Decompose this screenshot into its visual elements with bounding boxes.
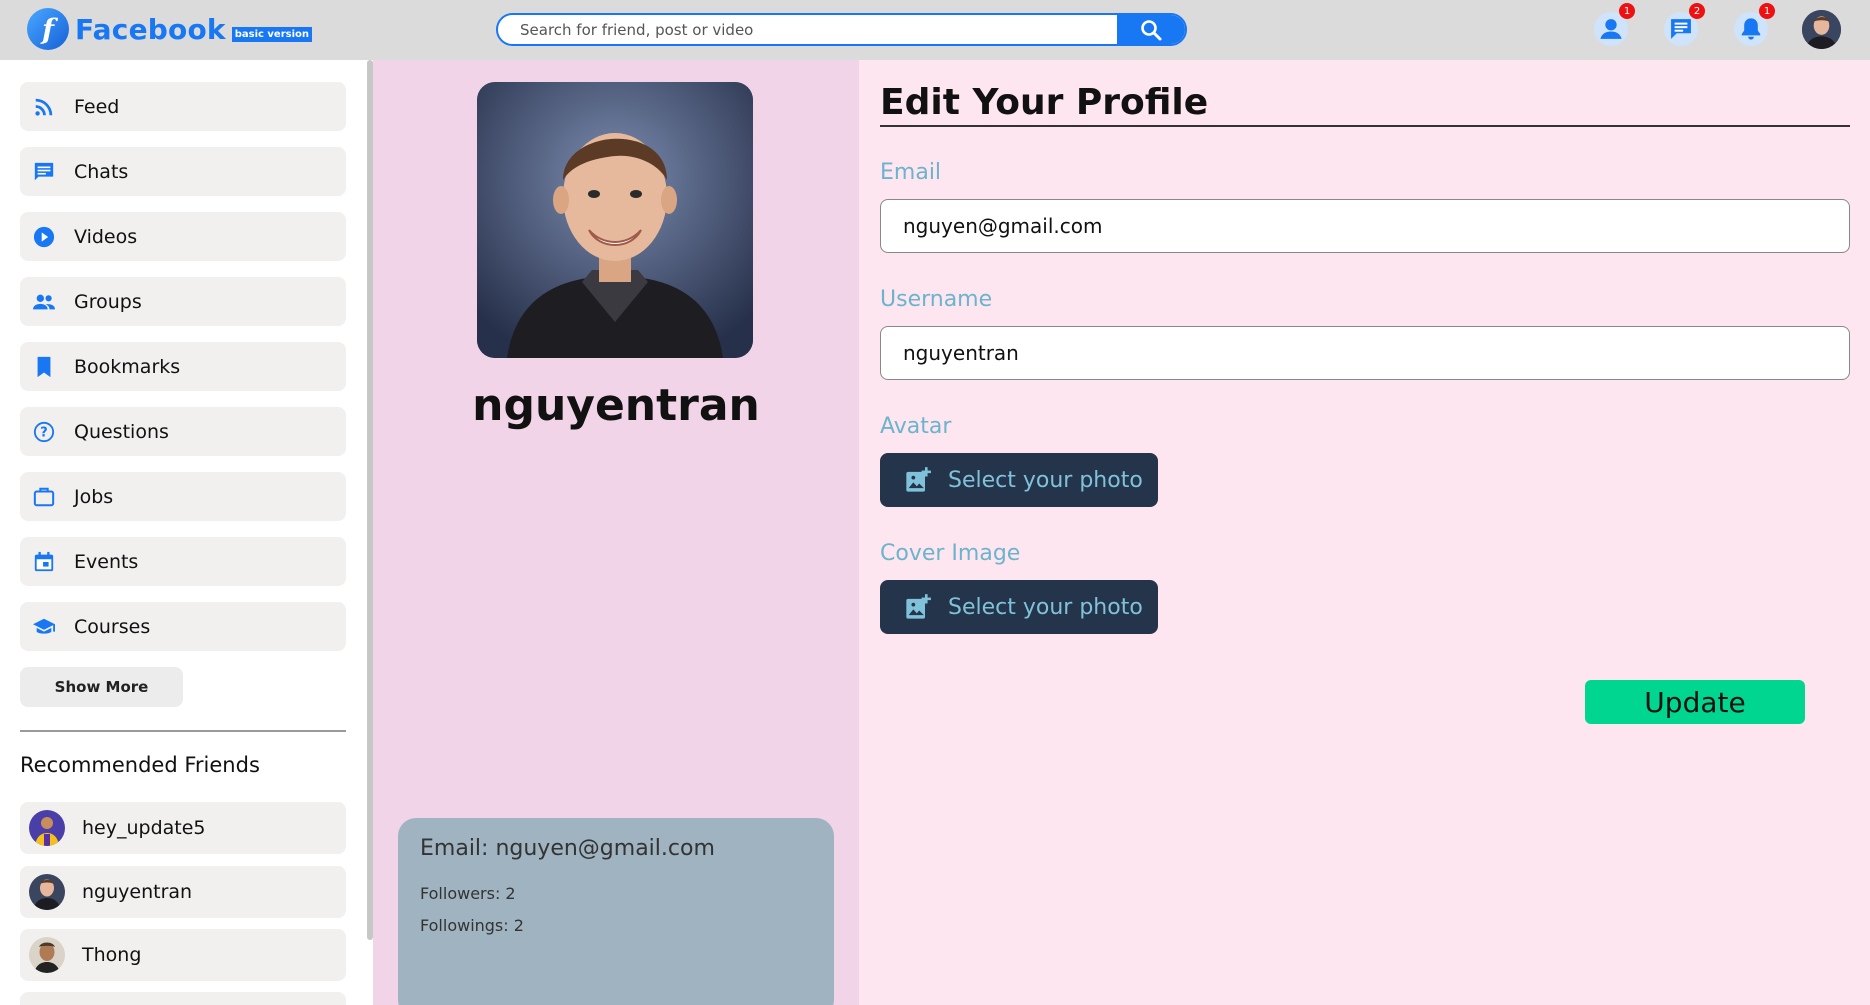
cover-image-label: Cover Image (880, 541, 1021, 566)
friend-requests-button[interactable]: 1 (1591, 3, 1635, 49)
sidebar-item-label: Feed (74, 95, 120, 118)
friend-name: Thong (82, 944, 142, 966)
select-cover-button[interactable]: Select your photo (880, 580, 1158, 634)
friend-item-nguyentran[interactable]: nguyentran (20, 866, 346, 918)
sidebar-item-label: Groups (74, 290, 142, 313)
profile-photo (477, 82, 753, 358)
school-icon (31, 614, 57, 640)
sidebar-item-chats[interactable]: Chats (20, 147, 346, 196)
username-label: Username (880, 287, 993, 312)
notifications-button[interactable]: 1 (1731, 3, 1775, 49)
top-bar: f Facebook basic version 1 2 (0, 0, 1870, 60)
sidebar-item-courses[interactable]: Courses (20, 602, 346, 651)
sidebar-item-label: Courses (74, 615, 151, 638)
brand[interactable]: f Facebook basic version (27, 4, 313, 54)
sidebar-item-label: Events (74, 550, 139, 573)
add-photo-icon (904, 593, 932, 621)
sidebar-item-label: Chats (74, 160, 129, 183)
avatar-image (1802, 10, 1841, 49)
friend-avatar (29, 874, 65, 910)
question-icon: ? (31, 419, 57, 445)
sidebar-item-label: Questions (74, 420, 169, 443)
select-avatar-label: Select your photo (948, 467, 1143, 493)
sidebar-item-events[interactable]: Events (20, 537, 346, 586)
friend-avatar (29, 937, 65, 973)
form-title: Edit Your Profile (880, 82, 1209, 123)
email-label: Email (880, 160, 942, 185)
show-more-button[interactable]: Show More (20, 667, 183, 707)
sidebar-divider (20, 730, 346, 732)
rss-icon (31, 94, 57, 120)
recommended-friends-title: Recommended Friends (20, 753, 260, 777)
friend-name: hey_update5 (82, 817, 206, 839)
sidebar-item-bookmarks[interactable]: Bookmarks (20, 342, 346, 391)
friend-requests-badge: 1 (1619, 3, 1635, 19)
info-followers: Followers: 2 (420, 884, 516, 903)
briefcase-icon (31, 484, 57, 510)
sidebar-item-label: Bookmarks (74, 355, 181, 378)
title-divider (880, 125, 1850, 127)
friend-avatar (29, 810, 65, 846)
username-field[interactable] (880, 326, 1850, 380)
sidebar-item-label: Jobs (74, 485, 114, 508)
edit-profile-form: Edit Your Profile Email Username Avatar … (859, 60, 1870, 1005)
svg-text:?: ? (40, 425, 47, 440)
group-icon (31, 289, 57, 315)
bookmark-icon (31, 354, 57, 380)
notifications-badge: 1 (1759, 3, 1775, 19)
sidebar-item-groups[interactable]: Groups (20, 277, 346, 326)
sidebar-item-questions[interactable]: ? Questions (20, 407, 346, 456)
search-icon (1141, 19, 1162, 40)
search-bar (496, 13, 1187, 46)
friend-item-thong[interactable]: Thong (20, 929, 346, 981)
version-badge: basic version (231, 26, 313, 42)
search-input[interactable] (498, 15, 1118, 44)
sidebar-item-jobs[interactable]: Jobs (20, 472, 346, 521)
info-followings: Followings: 2 (420, 916, 524, 935)
user-avatar[interactable] (1802, 10, 1841, 49)
email-field[interactable] (880, 199, 1850, 253)
sidebar-item-videos[interactable]: Videos (20, 212, 346, 261)
profile-panel: nguyentran Email: nguyen@gmail.com Follo… (373, 60, 859, 1005)
friend-item-hey-update5[interactable]: hey_update5 (20, 802, 346, 854)
play-icon (31, 224, 57, 250)
info-email: Email: nguyen@gmail.com (420, 836, 715, 861)
avatar-label: Avatar (880, 414, 952, 439)
brand-name: Facebook (75, 12, 226, 46)
sidebar-item-feed[interactable]: Feed (20, 82, 346, 131)
profile-username: nguyentran (472, 380, 760, 431)
sidebar-item-label: Videos (74, 225, 138, 248)
select-avatar-button[interactable]: Select your photo (880, 453, 1158, 507)
friend-item-partial[interactable] (20, 992, 346, 1005)
friend-name: nguyentran (82, 881, 193, 903)
left-sidebar: Feed Chats Videos Groups Bookmarks ? Que… (0, 60, 373, 1005)
add-photo-icon (904, 466, 932, 494)
profile-info-card: Email: nguyen@gmail.com Followers: 2 Fol… (398, 818, 834, 1005)
update-button[interactable]: Update (1585, 680, 1805, 724)
messages-badge: 2 (1689, 3, 1705, 19)
select-cover-label: Select your photo (948, 594, 1143, 620)
messages-button[interactable]: 2 (1661, 3, 1705, 49)
chat-icon (31, 159, 57, 185)
search-button[interactable] (1117, 15, 1185, 44)
calendar-icon (31, 549, 57, 575)
facebook-logo-icon: f (27, 8, 69, 50)
